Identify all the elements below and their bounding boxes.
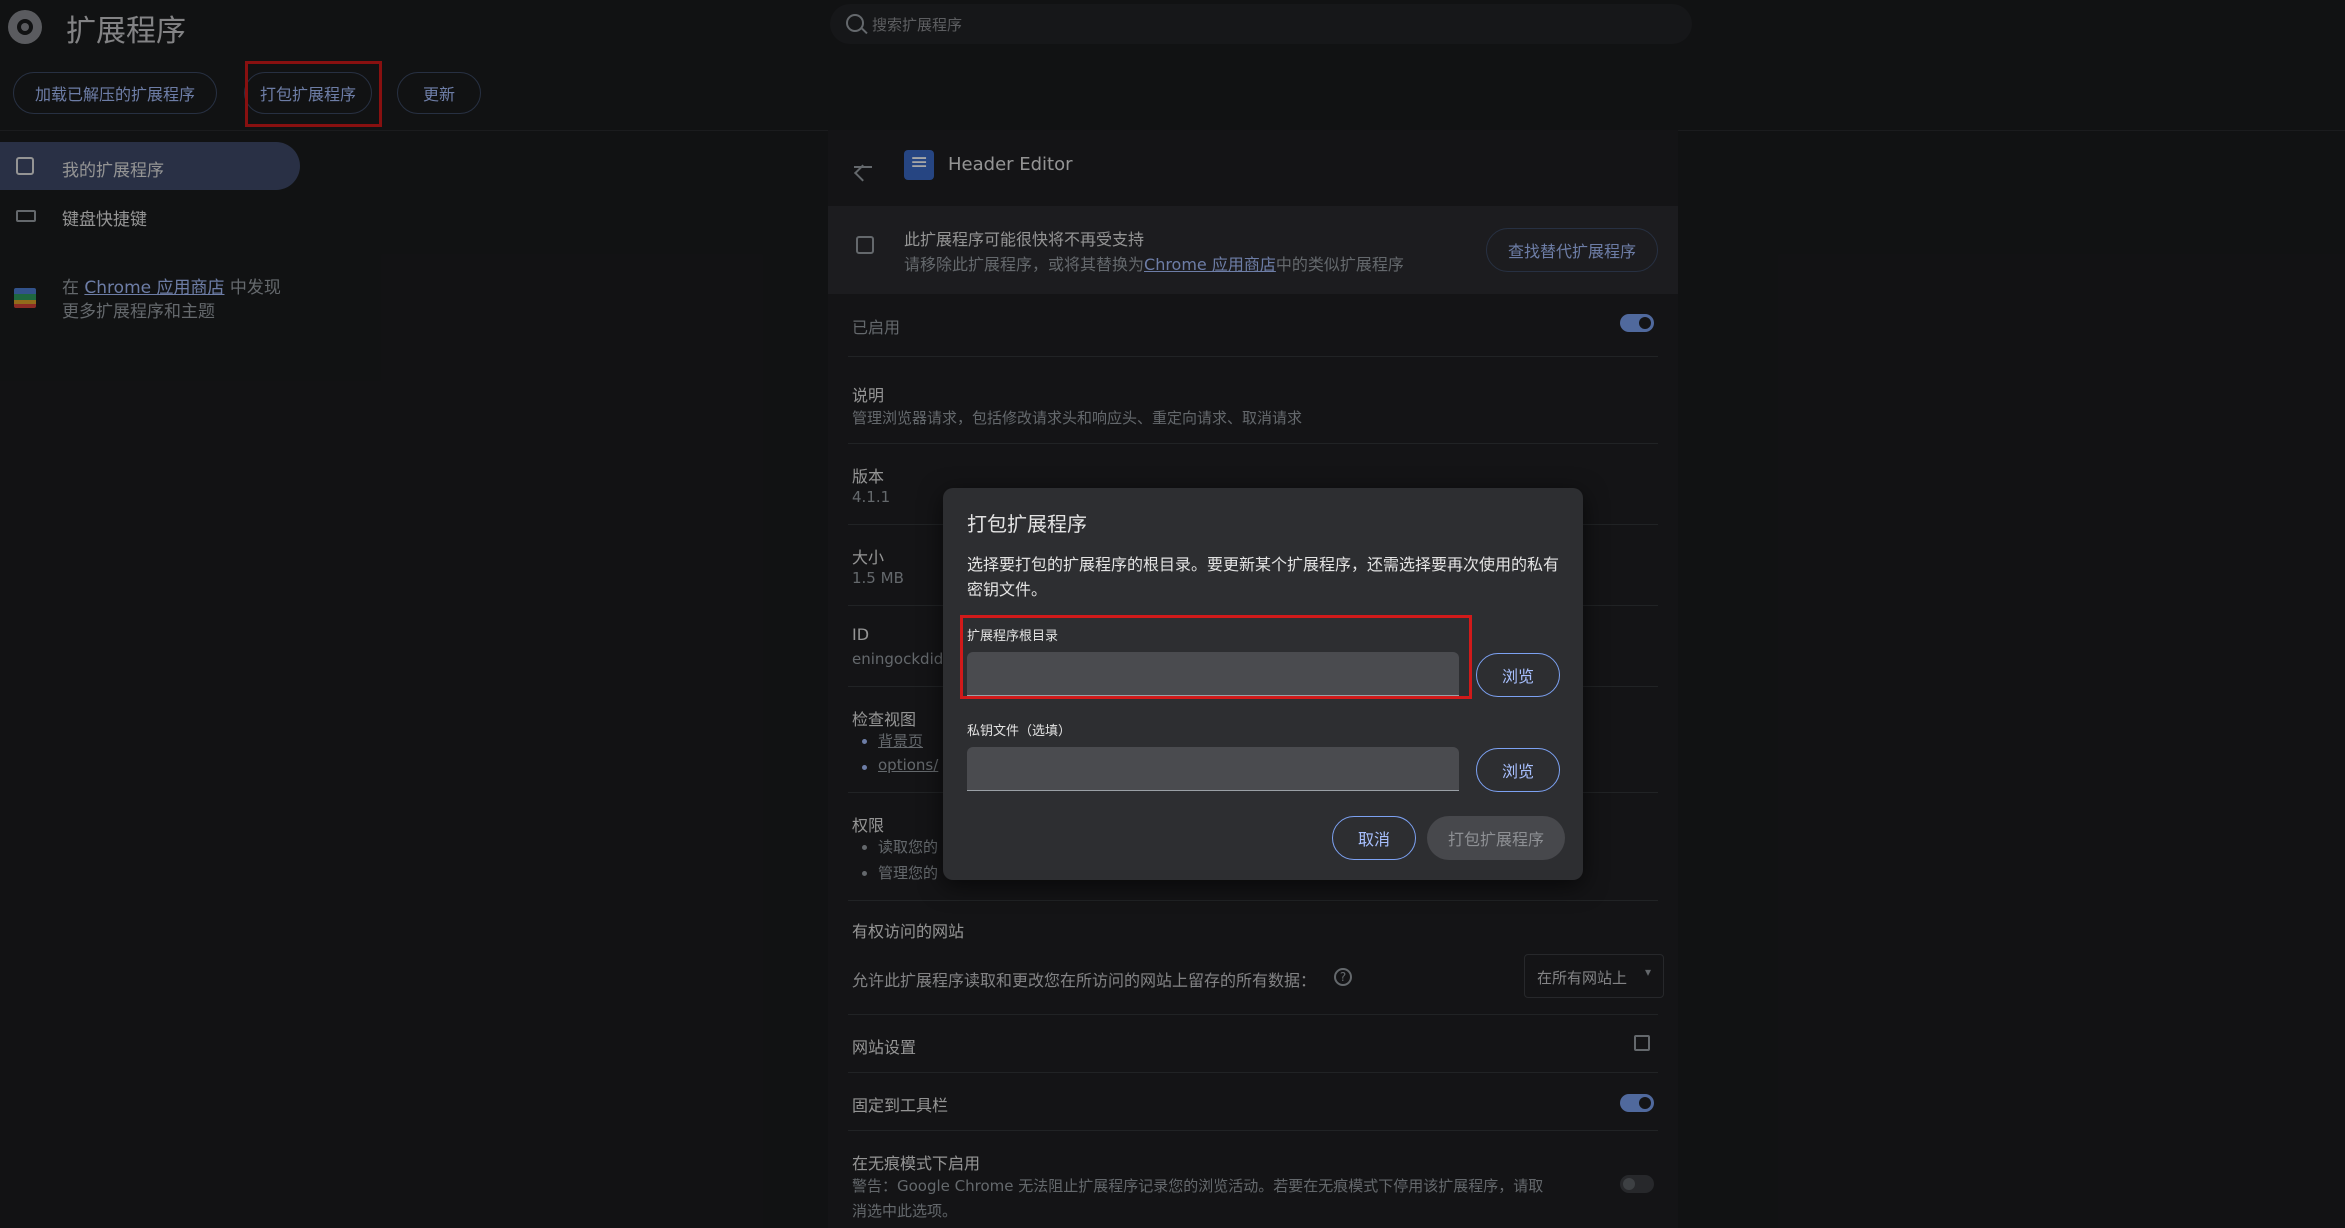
highlight-box [960, 615, 1472, 699]
pack-extension-dialog: 打包扩展程序 选择要打包的扩展程序的根目录。要更新某个扩展程序，还需选择要再次使… [943, 488, 1583, 880]
private-key-label: 私钥文件（选填） [967, 724, 1072, 739]
private-key-input[interactable] [967, 747, 1459, 791]
browse-root-button[interactable]: 浏览 [1476, 653, 1560, 697]
browse-key-button[interactable]: 浏览 [1476, 748, 1560, 792]
cancel-button[interactable]: 取消 [1332, 816, 1416, 860]
dialog-description: 选择要打包的扩展程序的根目录。要更新某个扩展程序，还需选择要再次使用的私有密钥文… [967, 555, 1560, 599]
pack-submit-button[interactable]: 打包扩展程序 [1427, 816, 1565, 860]
dialog-title: 打包扩展程序 [967, 512, 1087, 536]
